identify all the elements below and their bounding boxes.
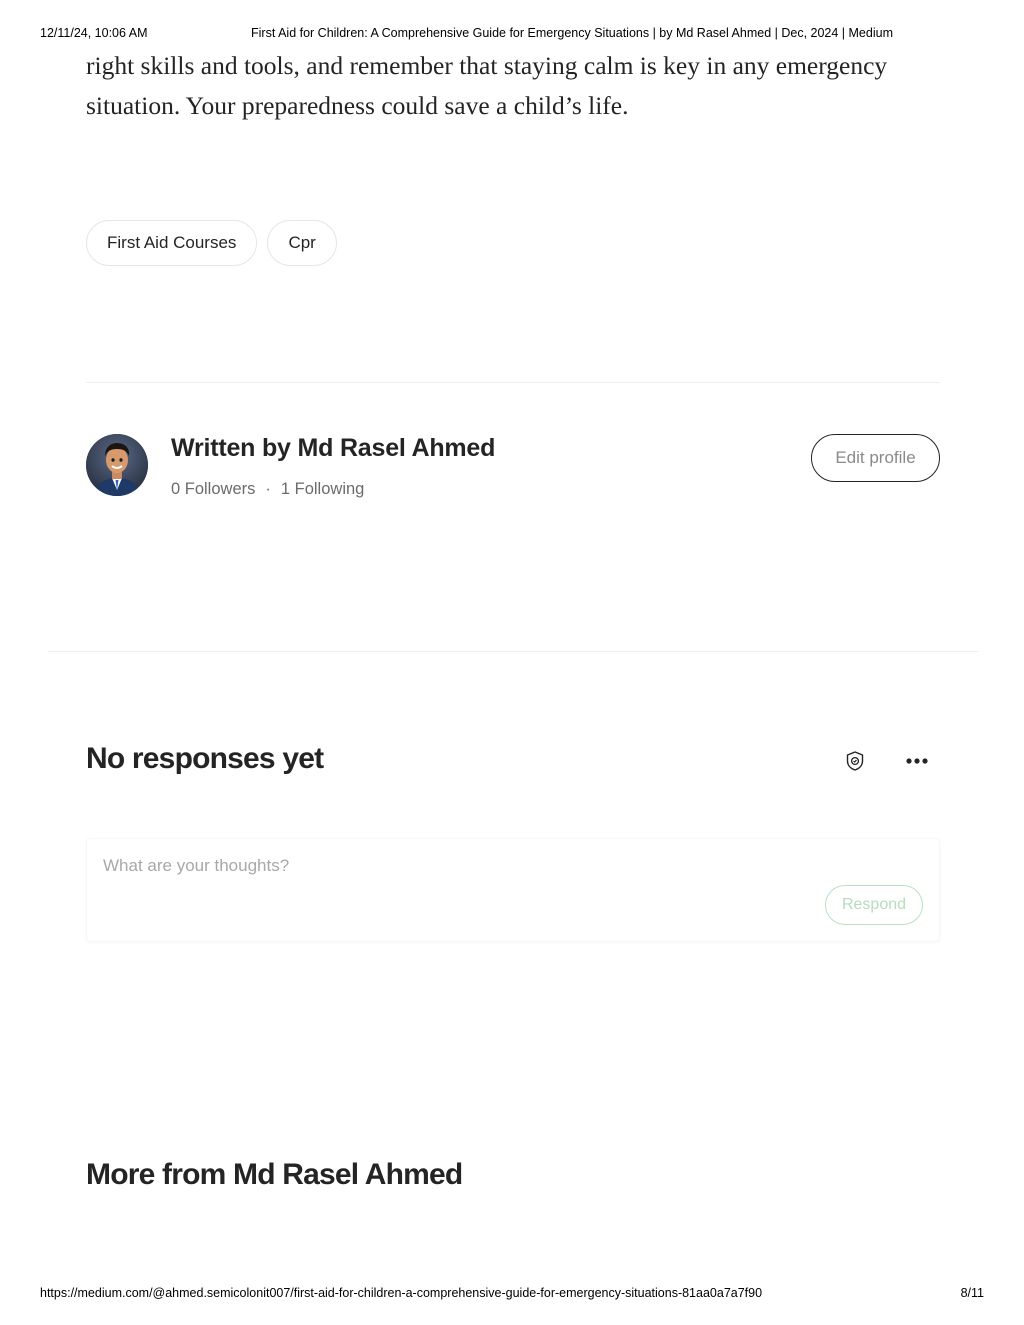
author-stats: 0 Followers · 1 Following	[171, 480, 364, 499]
tag-list: First Aid Courses Cpr	[86, 220, 337, 266]
more-from-heading: More from Md Rasel Ahmed	[86, 1158, 463, 1191]
following-count[interactable]: 1 Following	[281, 480, 364, 499]
edit-profile-button[interactable]: Edit profile	[811, 434, 940, 482]
tag-first-aid-courses[interactable]: First Aid Courses	[86, 220, 258, 266]
divider	[86, 382, 940, 383]
respond-button[interactable]: Respond	[825, 885, 923, 925]
author-written-by[interactable]: Written by Md Rasel Ahmed	[171, 434, 495, 463]
response-composer: Respond	[86, 838, 940, 942]
stats-separator: ·	[265, 480, 271, 498]
more-icon-svg	[906, 758, 928, 764]
responses-heading: No responses yet	[86, 742, 324, 775]
response-input[interactable]	[103, 851, 803, 881]
author-avatar[interactable]	[86, 434, 148, 496]
section-divider	[48, 651, 978, 652]
avatar-illustration	[86, 434, 148, 496]
print-datetime: 12/11/24, 10:06 AM	[40, 26, 148, 40]
followers-count[interactable]: 0 Followers	[171, 480, 255, 499]
more-horizontal-icon[interactable]	[903, 750, 931, 772]
shield-icon-svg	[846, 751, 864, 771]
print-header: 12/11/24, 10:06 AM First Aid for Childre…	[40, 26, 984, 42]
article-closing-paragraph: right skills and tools, and remember tha…	[86, 51, 888, 120]
print-page-title: First Aid for Children: A Comprehensive …	[251, 26, 893, 40]
shield-icon[interactable]	[844, 750, 866, 772]
print-url: https://medium.com/@ahmed.semicolonit007…	[40, 1286, 763, 1300]
tag-cpr[interactable]: Cpr	[267, 220, 337, 266]
print-page-number: 8/11	[960, 1286, 984, 1300]
